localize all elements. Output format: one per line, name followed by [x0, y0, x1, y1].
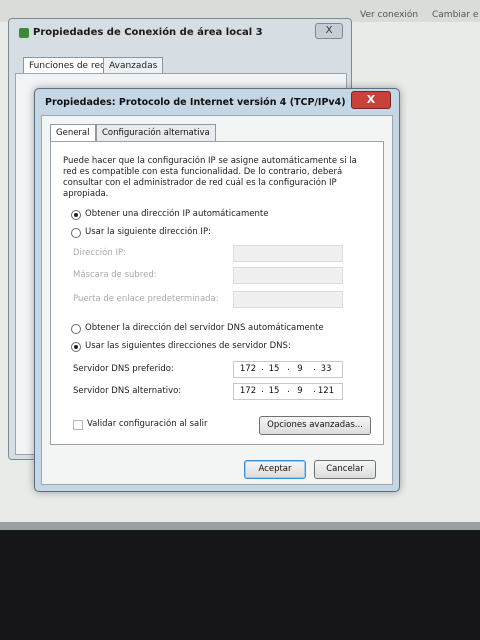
- ip-address-label: Dirección IP:: [73, 248, 126, 258]
- dialog-content: General Configuración alternativa Puede …: [41, 115, 393, 485]
- gateway-field: [233, 291, 343, 308]
- network-icon: [19, 28, 29, 38]
- tab-funciones-de-red[interactable]: Funciones de red: [23, 57, 112, 74]
- dns-alternate-octet-1: 172: [239, 386, 257, 396]
- intro-line-4: apropiada.: [63, 189, 109, 199]
- dns-preferred-octet-2: 15: [268, 364, 280, 374]
- dialog-close-button[interactable]: X: [351, 91, 391, 109]
- advanced-options-button[interactable]: Opciones avanzadas...: [259, 416, 371, 435]
- ip-manual-label[interactable]: Usar la siguiente dirección IP:: [85, 227, 211, 237]
- monitor-bezel: [0, 530, 480, 640]
- dns-manual-label[interactable]: Usar las siguientes direcciones de servi…: [85, 341, 291, 351]
- validate-checkbox[interactable]: [73, 420, 83, 430]
- ip-address-field: [233, 245, 343, 262]
- intro-line-3: consultar con el administrador de red cu…: [63, 178, 337, 188]
- ip-manual-radio[interactable]: [71, 228, 81, 238]
- dns-alternate-label: Servidor DNS alternativo:: [73, 386, 182, 396]
- back-window-close-button[interactable]: X: [315, 23, 343, 39]
- dns-preferred-field[interactable]: 172 . 15 . 9 . 33: [233, 361, 343, 378]
- dns-auto-radio[interactable]: [71, 324, 81, 334]
- dns-preferred-octet-3: 9: [297, 364, 303, 374]
- dns-preferred-label: Servidor DNS preferido:: [73, 364, 174, 374]
- general-panel: Puede hacer que la configuración IP se a…: [50, 141, 384, 445]
- dns-preferred-octet-1: 172: [239, 364, 257, 374]
- tab-avanzadas[interactable]: Avanzadas: [103, 57, 164, 74]
- dns-alternate-octet-4: 121: [317, 386, 335, 396]
- ip-auto-label[interactable]: Obtener una dirección IP automáticamente: [85, 209, 268, 219]
- toolbar-item-ver-conexion[interactable]: Ver conexión: [360, 10, 418, 20]
- validate-label[interactable]: Validar configuración al salir: [87, 419, 207, 429]
- screen: Ver conexión Cambiar e Propiedades de Co…: [0, 0, 480, 530]
- subnet-mask-field: [233, 267, 343, 284]
- dns-alternate-octet-3: 9: [297, 386, 303, 396]
- ok-button[interactable]: Aceptar: [244, 460, 306, 479]
- dns-preferred-octet-4: 33: [320, 364, 332, 374]
- ip-auto-radio[interactable]: [71, 210, 81, 220]
- tab-configuracion-alternativa[interactable]: Configuración alternativa: [96, 124, 216, 141]
- dialog-title: Propiedades: Protocolo de Internet versi…: [45, 97, 346, 108]
- intro-line-2: red es compatible con esta funcionalidad…: [63, 167, 343, 177]
- dns-auto-label[interactable]: Obtener la dirección del servidor DNS au…: [85, 323, 324, 333]
- gateway-label: Puerta de enlace predeterminada:: [73, 294, 219, 304]
- cancel-button[interactable]: Cancelar: [314, 460, 376, 479]
- tab-general[interactable]: General: [50, 124, 96, 142]
- subnet-mask-label: Máscara de subred:: [73, 270, 157, 280]
- back-window-title: Propiedades de Conexión de área local 3: [33, 27, 263, 38]
- intro-line-1: Puede hacer que la configuración IP se a…: [63, 156, 357, 166]
- dns-alternate-field[interactable]: 172 . 15 . 9 . 121: [233, 383, 343, 400]
- toolbar-item-cambiar[interactable]: Cambiar e: [432, 10, 478, 20]
- dns-manual-radio[interactable]: [71, 342, 81, 352]
- dns-alternate-octet-2: 15: [268, 386, 280, 396]
- ipv4-properties-dialog: Propiedades: Protocolo de Internet versi…: [34, 88, 400, 492]
